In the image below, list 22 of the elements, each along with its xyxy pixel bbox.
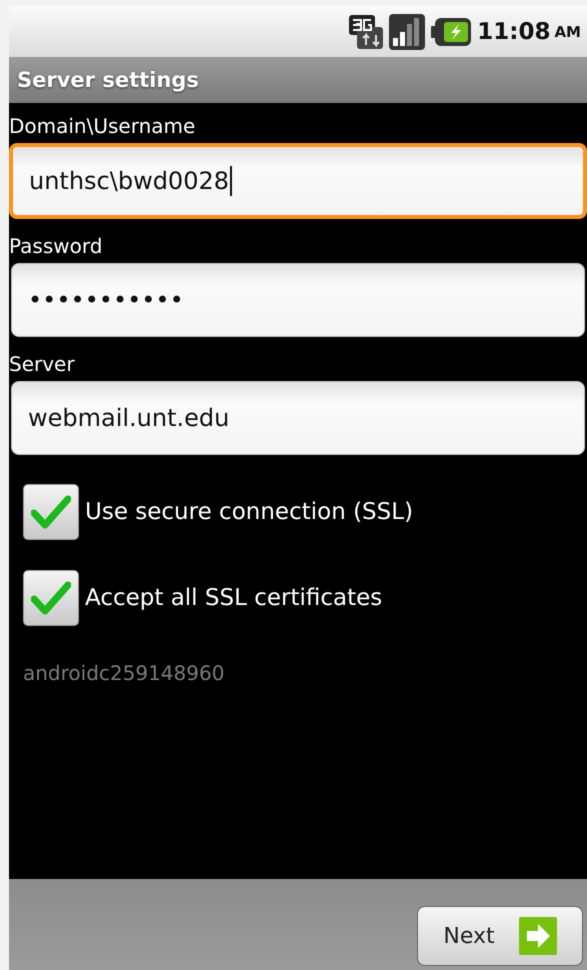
checkbox[interactable] bbox=[23, 570, 79, 626]
checkbox-label: Use secure connection (SSL) bbox=[85, 499, 414, 525]
input-field[interactable]: ••••••••••• bbox=[11, 263, 585, 337]
arrow-right-icon bbox=[518, 917, 557, 955]
checkbox[interactable] bbox=[23, 484, 79, 540]
input-field[interactable]: unthsc\bwd0028 bbox=[9, 143, 587, 219]
checkmark-icon bbox=[31, 495, 71, 529]
clock-meridiem: AM bbox=[554, 22, 581, 40]
signal-icon bbox=[389, 14, 426, 50]
next-button[interactable]: Next bbox=[417, 906, 583, 966]
battery-charging-icon bbox=[431, 18, 472, 46]
text-cursor bbox=[230, 166, 232, 196]
field-label: Password bbox=[9, 233, 104, 260]
checkbox-label: Accept all SSL certificates bbox=[85, 585, 382, 611]
checkmark-icon bbox=[31, 581, 71, 615]
field-label: Server bbox=[9, 351, 76, 378]
account-id: androidc259148960 bbox=[22, 660, 226, 685]
input-field[interactable]: webmail.unt.edu bbox=[11, 381, 585, 455]
3g-data-icon bbox=[349, 14, 384, 48]
clock-time: 11:08 bbox=[477, 18, 550, 44]
field-label: Domain\Username bbox=[9, 113, 196, 140]
screen-title: Server settings bbox=[17, 68, 199, 92]
